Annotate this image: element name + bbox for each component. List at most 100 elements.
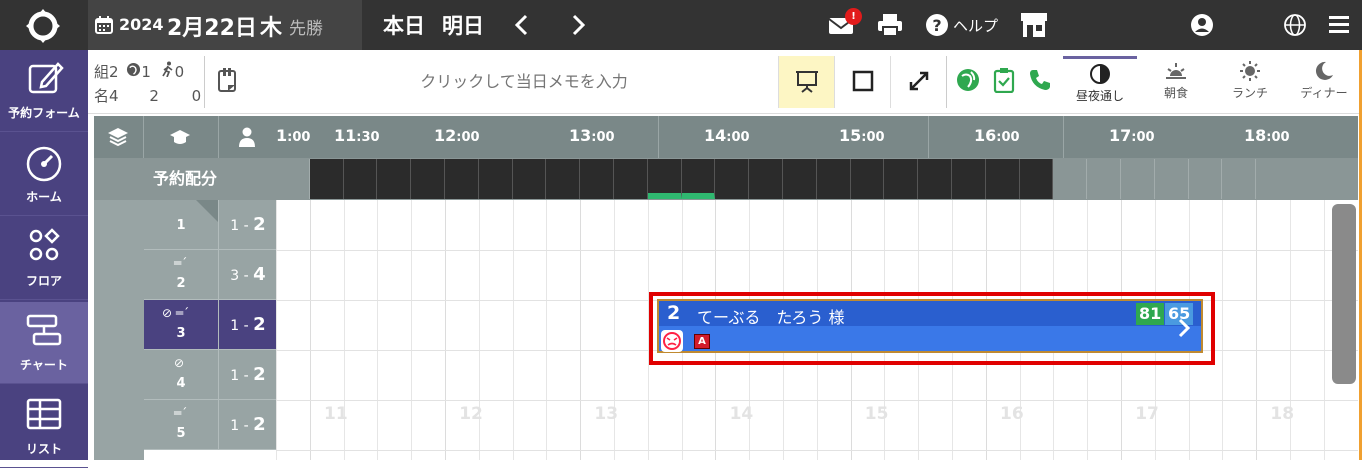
allocation-cell[interactable] [513, 159, 547, 199]
sidebar-item-floor[interactable]: フロア [0, 218, 88, 300]
allocation-cell[interactable] [783, 159, 817, 199]
table-row-number[interactable]: 1 [144, 200, 218, 250]
divider [143, 116, 144, 158]
meal-tab-dinner[interactable]: ディナー [1287, 56, 1361, 108]
table-capacity: 1 - 2 [218, 350, 276, 400]
sidebar-item-label: フロア [0, 272, 88, 289]
allocation-cell[interactable] [411, 159, 445, 199]
allocation-cell[interactable] [817, 159, 851, 199]
time-label: 15:00 [839, 126, 885, 145]
meal-tab-label: 昼夜通し [1063, 87, 1137, 104]
meal-tab-lunch[interactable]: ランチ [1213, 56, 1287, 108]
time-label: 11:30 [334, 126, 380, 145]
allocation-cell[interactable] [749, 159, 783, 199]
no-smoking-icon: ⊘ [174, 356, 184, 370]
allocation-cell[interactable] [1020, 159, 1054, 199]
grid-line [310, 200, 311, 460]
grid-line [580, 200, 581, 460]
allocation-cell[interactable] [986, 159, 1020, 199]
layers-icon[interactable] [107, 126, 129, 148]
allocation-cell[interactable] [682, 159, 716, 199]
web-globe-icon[interactable] [956, 67, 980, 93]
allocation-cell[interactable] [1087, 159, 1121, 199]
date-selector[interactable]: 2024 2月22日 木 先勝 [88, 0, 362, 50]
allocation-cell[interactable] [377, 159, 411, 199]
reservation-block[interactable]: 2 てーぶる たろう 様 81 65 A [657, 299, 1203, 353]
sidebar-item-label: リスト [0, 440, 88, 457]
select-toggle-button[interactable] [834, 56, 890, 108]
time-label-hour: 14 [704, 126, 726, 145]
help-label[interactable]: ヘルプ [953, 15, 998, 36]
allocation-cell[interactable] [310, 159, 344, 199]
allocation-cell[interactable] [884, 159, 918, 199]
divider [928, 116, 929, 158]
time-label: 1:00 [276, 126, 310, 145]
table-row-number[interactable]: 4⊘ [144, 350, 218, 400]
allocation-cell[interactable] [715, 159, 749, 199]
allocation-cell[interactable] [1222, 159, 1256, 199]
allocation-cell[interactable] [1155, 159, 1189, 199]
time-label-minutes: :00 [726, 130, 749, 145]
hamburger-menu-icon[interactable] [1327, 14, 1351, 36]
allocation-cell[interactable] [648, 159, 682, 199]
daily-memo-input[interactable] [284, 62, 764, 100]
today-button[interactable]: 本日 [383, 10, 425, 40]
graduation-cap-icon[interactable] [169, 126, 191, 148]
tomorrow-button[interactable]: 明日 [442, 10, 484, 40]
toolbar: 組2 1 0 名4 2 0 [88, 50, 1362, 114]
allocation-cell[interactable] [344, 159, 378, 199]
next-day-icon[interactable] [566, 12, 590, 38]
sunrise-icon [1165, 60, 1187, 82]
allocation-cell[interactable] [479, 159, 513, 199]
phone-icon[interactable] [1028, 67, 1052, 93]
allocation-cell[interactable] [580, 159, 614, 199]
table-row-number[interactable]: 2═´ [144, 250, 218, 300]
meal-tab-breakfast[interactable]: 朝食 [1139, 56, 1213, 108]
hour-watermark: 16 [1000, 404, 1024, 424]
time-label: 13:00 [569, 126, 615, 145]
presentation-mode-button[interactable] [778, 56, 834, 108]
person-icon[interactable] [236, 126, 258, 148]
help-icon[interactable]: ? [925, 12, 951, 38]
divider [658, 116, 659, 158]
sidebar-item-reservation-form[interactable]: 予約フォーム [0, 50, 88, 132]
allocation-cell[interactable] [276, 159, 310, 199]
app-logo[interactable] [26, 9, 60, 43]
allocation-cell[interactable] [1121, 159, 1155, 199]
guests-label: 名 [94, 84, 109, 108]
capacity-range: 1 - 2 [219, 414, 277, 435]
allocation-cell[interactable] [1189, 159, 1223, 199]
web-guests-value: 2 [149, 84, 159, 108]
time-label-minutes: :00 [996, 130, 1019, 145]
meal-tab-label: ディナー [1287, 84, 1361, 101]
grid-line [445, 200, 446, 460]
sidebar-item-home[interactable]: ホーム [0, 134, 88, 216]
globe-icon[interactable] [1283, 13, 1307, 37]
vertical-scrollbar[interactable] [1332, 204, 1356, 384]
table-row-number[interactable]: 3⊘ ═´ [144, 300, 218, 350]
print-icon[interactable] [877, 12, 903, 38]
user-icon[interactable] [1190, 13, 1214, 37]
clipboard-check-icon[interactable] [992, 67, 1016, 93]
allocation-cell[interactable] [445, 159, 479, 199]
allocation-cell[interactable] [614, 159, 648, 199]
table-row-number[interactable]: 5═´ [144, 400, 218, 450]
store-icon[interactable] [1019, 11, 1049, 39]
capacity-range: 1 - 2 [219, 314, 277, 335]
svg-text:?: ? [932, 16, 941, 35]
meal-tab-all-day[interactable]: 昼夜通し [1063, 56, 1137, 108]
expand-button[interactable] [890, 56, 946, 108]
sidebar-item-list[interactable]: リスト [0, 386, 88, 468]
time-label-minutes: :00 [591, 130, 614, 145]
chevron-right-icon[interactable] [1176, 317, 1192, 339]
allocation-cell[interactable] [952, 159, 986, 199]
allocation-cell[interactable] [546, 159, 580, 199]
allocation-cell[interactable] [851, 159, 885, 199]
allocation-cell[interactable] [1053, 159, 1087, 199]
allocation-cell[interactable] [918, 159, 952, 199]
prev-day-icon[interactable] [510, 12, 534, 38]
sidebar-item-chart[interactable]: チャート [0, 302, 88, 384]
hour-watermark: 18 [1270, 404, 1294, 424]
capacity-max: 2 [253, 314, 266, 335]
memo-icon[interactable] [216, 67, 238, 93]
